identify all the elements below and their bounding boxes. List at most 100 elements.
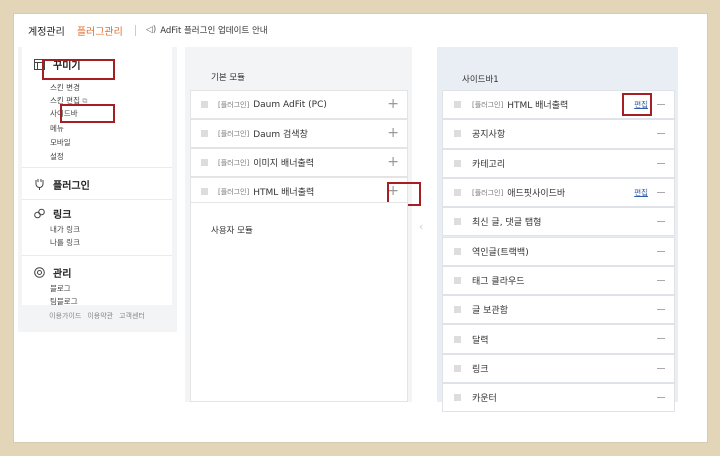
sidebar-row[interactable]: 태그 클라우드 — [442, 265, 675, 296]
menu-item-blog[interactable]: 블로그 — [50, 283, 71, 294]
drag-handle-icon[interactable] — [454, 335, 461, 343]
sidebar-row-label: 공지사항 — [472, 130, 506, 141]
remove-icon[interactable] — [657, 338, 665, 340]
drag-handle-icon[interactable] — [454, 189, 461, 197]
menu-item-skin-change[interactable]: 스킨 변경 — [50, 82, 80, 93]
drag-handle-icon[interactable] — [454, 276, 461, 284]
remove-icon[interactable] — [657, 221, 665, 223]
drag-handle-icon[interactable] — [454, 306, 461, 314]
notice-link[interactable]: AdFit 플러그인 업데이트 안내 — [160, 24, 267, 36]
menu-item-team-blog[interactable]: 팀블로그 — [50, 296, 78, 307]
remove-icon[interactable] — [657, 250, 665, 252]
chevron-left-icon: ‹ — [419, 220, 424, 233]
footer-link-support[interactable]: 고객센터 — [119, 311, 145, 321]
plugin-tag: [플러그인] — [218, 129, 250, 138]
divider — [22, 167, 172, 168]
menu-section-label: 관리 — [53, 269, 72, 280]
menu-section-label: 링크 — [53, 210, 72, 221]
sidebar-row[interactable]: 카운터 — [442, 383, 675, 413]
module-row[interactable]: [플러그인] Daum AdFit (PC) + — [190, 90, 408, 119]
menu-section-link[interactable]: 링크 — [34, 206, 71, 221]
sidebar-row-label: 카테고리 — [472, 159, 506, 170]
left-menu: 꾸미기 스킨 변경 스킨 편집 ⧉ 사이드바 메뉴 모바일 설정 플러그인 링크… — [22, 47, 172, 307]
sidebar-row-label: 태그 클라우드 — [472, 276, 525, 287]
sidebar-row-label: 역인글(트랙백) — [472, 247, 529, 258]
add-icon[interactable]: + — [387, 97, 399, 111]
sidebar-row-label: 글 보관함 — [472, 306, 508, 317]
remove-icon[interactable] — [657, 367, 665, 369]
drag-handle-icon[interactable] — [454, 101, 461, 109]
highlight-edit — [622, 93, 652, 116]
menu-item-menu[interactable]: 메뉴 — [50, 123, 64, 134]
sidebar1-title: 사이드바1 — [462, 75, 499, 85]
settings-icon — [34, 267, 45, 278]
sidebar-row-label: 카운터 — [472, 394, 497, 405]
sidebar-row[interactable]: 역인글(트랙백) — [442, 236, 675, 266]
link-icon — [34, 208, 45, 219]
menu-item-settings[interactable]: 설정 — [50, 151, 64, 162]
user-modules-title: 사용자 모듈 — [211, 226, 253, 236]
module-label: Daum 검색창 — [253, 130, 308, 140]
plugin-icon — [34, 179, 45, 190]
drag-handle-icon[interactable] — [454, 247, 461, 255]
sidebar-row-label: 링크 — [472, 364, 489, 375]
drag-handle-icon[interactable] — [454, 159, 461, 167]
highlight-decorate — [42, 59, 115, 80]
remove-icon[interactable] — [657, 279, 665, 281]
add-icon[interactable]: + — [387, 126, 399, 140]
remove-icon[interactable] — [657, 397, 665, 398]
plugin-tag: [플러그인] — [218, 187, 250, 196]
drag-handle-icon[interactable] — [201, 130, 208, 137]
tab-account[interactable]: 계정관리 — [28, 23, 65, 38]
module-label: HTML 배너출력 — [253, 188, 315, 198]
footer-link-guide[interactable]: 이용가이드 — [49, 311, 81, 321]
menu-item-my-links[interactable]: 내가 링크 — [50, 224, 80, 235]
drag-handle-icon[interactable] — [201, 159, 208, 166]
remove-icon[interactable] — [657, 133, 665, 135]
sidebar-row[interactable]: 카테고리 — [442, 148, 675, 178]
highlight-sidebar — [60, 104, 115, 123]
menu-section-plugin[interactable]: 플러그인 — [34, 177, 90, 192]
plugin-tag: [플러그인] — [472, 100, 504, 109]
divider — [22, 255, 172, 256]
plugin-tag: [플러그인] — [472, 188, 504, 197]
menu-section-label: 플러그인 — [53, 181, 90, 192]
divider — [22, 199, 172, 200]
top-nav: 계정관리 플러그관리 ◁) AdFit 플러그인 업데이트 안내 — [28, 22, 268, 38]
drag-handle-icon[interactable] — [454, 130, 461, 138]
sidebar-row[interactable]: 최신 글, 댓글 탭형 — [442, 207, 675, 237]
drag-handle-icon[interactable] — [201, 101, 208, 108]
drag-handle-icon[interactable] — [201, 188, 208, 195]
drag-handle-icon[interactable] — [454, 218, 461, 226]
module-label: 이미지 배너출력 — [253, 159, 315, 169]
drag-handle-icon[interactable] — [454, 394, 461, 402]
basic-modules-title: 기본 모듈 — [211, 73, 245, 83]
menu-item-mobile[interactable]: 모바일 — [50, 137, 71, 148]
divider — [134, 24, 136, 36]
remove-icon[interactable] — [657, 104, 665, 105]
menu-item-links-to-me[interactable]: 나를 링크 — [50, 237, 80, 248]
module-row[interactable]: [플러그인] Daum 검색창 + — [190, 119, 408, 148]
left-footer: 이용가이드 이용약관 고객센터 — [22, 311, 172, 321]
remove-icon[interactable] — [657, 309, 665, 311]
drag-handle-icon[interactable] — [454, 364, 461, 372]
sidebar-row[interactable]: 링크 — [442, 353, 675, 383]
sidebar-row[interactable]: 글 보관함 — [442, 295, 675, 325]
sidebar-row[interactable]: 공지사항 — [442, 119, 675, 149]
sidebar-row-label: HTML 배너출력 — [507, 101, 569, 112]
sidebar-row[interactable]: 달력 — [442, 324, 675, 354]
tab-plugin[interactable]: 플러그관리 — [77, 23, 123, 38]
sidebar-row[interactable]: [플러그인] 애드핏사이드바 편집 — [442, 177, 675, 208]
menu-section-manage[interactable]: 관리 — [34, 265, 71, 280]
footer-link-terms[interactable]: 이용약관 — [87, 311, 113, 321]
module-row[interactable]: [플러그인] 이미지 배너출력 + — [190, 148, 408, 177]
module-label: Daum AdFit (PC) — [253, 99, 327, 110]
speaker-icon: ◁) — [145, 25, 157, 35]
sidebar-row-label: 애드핏사이드바 — [507, 189, 566, 200]
plugin-tag: [플러그인] — [218, 100, 250, 109]
add-icon[interactable]: + — [387, 155, 399, 169]
remove-icon[interactable] — [657, 191, 665, 193]
plugin-tag: [플러그인] — [218, 158, 250, 167]
edit-link[interactable]: 편집 — [634, 187, 648, 198]
remove-icon[interactable] — [657, 162, 665, 164]
